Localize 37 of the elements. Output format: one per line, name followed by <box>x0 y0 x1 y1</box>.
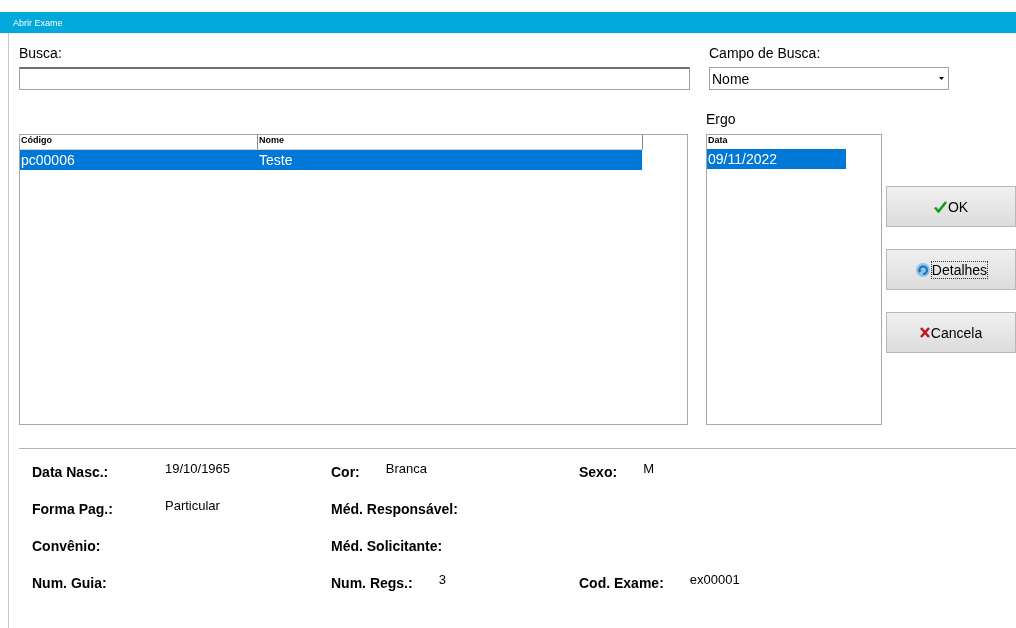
window-title: Abrir Exame <box>13 17 63 28</box>
column-header[interactable]: Nome <box>258 135 642 149</box>
field-label: Forma Pag.: <box>32 500 114 517</box>
table-cell: 09/11/2022 <box>707 151 778 167</box>
search-field-label: Campo de Busca: <box>709 45 822 63</box>
field-value: M <box>643 461 654 476</box>
field-label: Convênio: <box>32 537 102 554</box>
details-button[interactable]: Detalhes <box>886 249 1016 290</box>
exam-list-label: Ergo <box>706 111 737 129</box>
field-value: 3 <box>438 572 446 587</box>
field-value: Particular <box>165 498 220 513</box>
caret-icon <box>939 77 944 80</box>
ok-button[interactable]: OK <box>886 186 1016 227</box>
column-header[interactable]: Data <box>707 135 728 149</box>
table-cell-text: pc00006 <box>20 152 76 168</box>
search-label: Busca: <box>19 45 63 63</box>
field-label: Méd. Solicitante: <box>331 537 443 554</box>
field-label: Cod. Exame: <box>579 574 664 591</box>
field-label: Data Nasc.: <box>32 463 110 480</box>
exam-row[interactable]: 09/11/2022 <box>707 149 846 169</box>
field-label: Num. Guia: <box>32 574 108 591</box>
cross-icon <box>919 327 930 338</box>
search-field-dropdown[interactable]: Nome <box>709 67 949 90</box>
refresh-icon <box>914 261 931 278</box>
field-label: Num. Regs.: <box>331 574 413 591</box>
search-field[interactable] <box>19 67 690 90</box>
field-label: Sexo: <box>579 463 618 480</box>
patient-row[interactable]: pc00006 Teste <box>20 150 642 170</box>
field-label: Cor: <box>331 463 360 480</box>
table-cell: Teste <box>258 152 293 168</box>
check-icon <box>933 200 947 213</box>
cancel-button[interactable]: Cancela <box>886 312 1016 353</box>
field-value: ex00001 <box>689 572 740 587</box>
field-value: 19/10/1965 <box>165 461 231 476</box>
field-label: Méd. Responsável: <box>331 500 458 517</box>
column-header[interactable]: Código <box>20 135 258 149</box>
field-value: Branca <box>385 461 427 476</box>
